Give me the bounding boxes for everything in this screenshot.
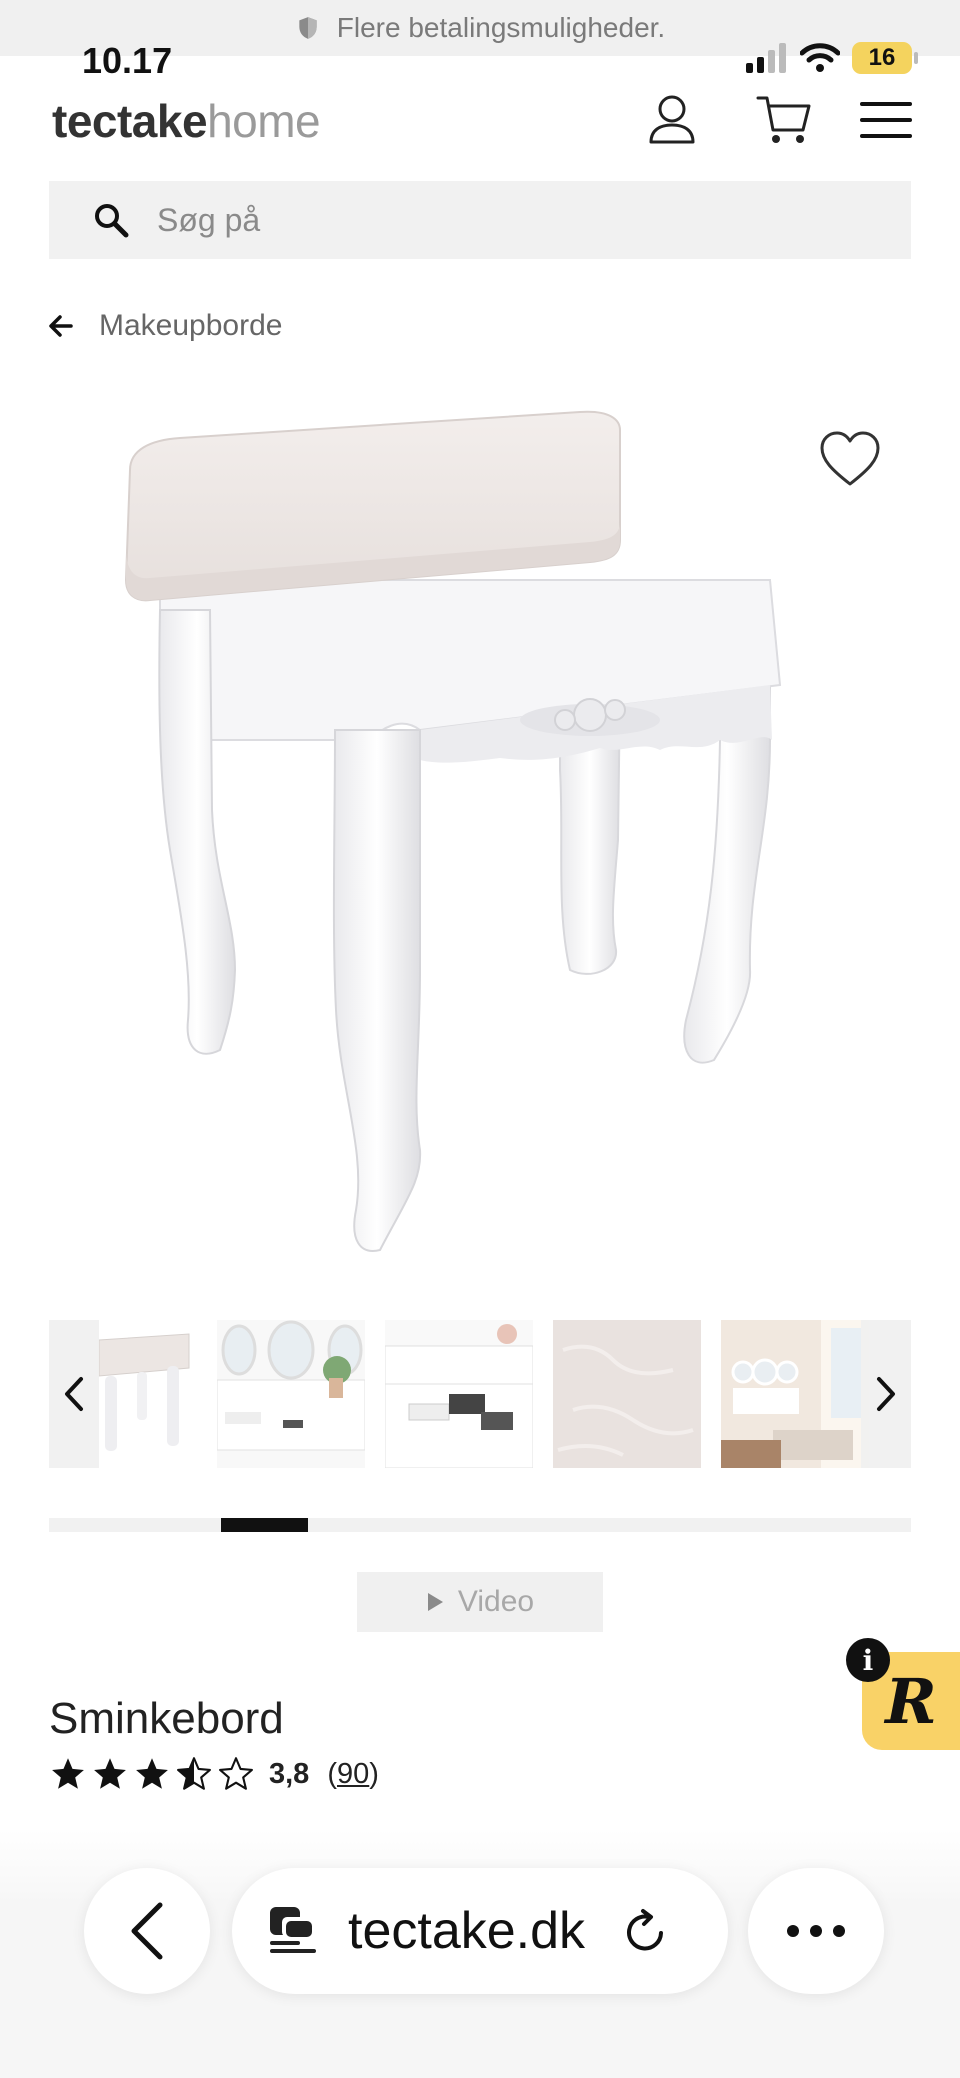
battery-level: 16 [868, 44, 896, 71]
reload-icon[interactable] [621, 1907, 669, 1955]
battery-indicator: 16 [852, 42, 918, 74]
shield-icon [299, 17, 317, 39]
url-text: tectake.dk [348, 1902, 586, 1960]
status-time: 10.17 [82, 40, 173, 81]
product-title: Sminkebord [49, 1694, 284, 1743]
info-icon[interactable]: i [846, 1638, 890, 1682]
review-count: 90 [337, 1757, 370, 1790]
carousel-progress-fill [221, 1518, 308, 1532]
search-input[interactable] [157, 201, 857, 239]
thumbnail-4[interactable] [553, 1320, 701, 1468]
video-button[interactable]: Video [357, 1572, 603, 1632]
star-empty-icon [219, 1757, 253, 1790]
chevron-left-icon [131, 1902, 163, 1960]
reviews-logo-letter: R [885, 1664, 937, 1738]
product-rating[interactable]: 3,8 (90) [49, 1756, 379, 1792]
chevron-right-icon [877, 1377, 895, 1411]
video-label: Video [457, 1585, 535, 1618]
play-icon [427, 1593, 443, 1611]
wishlist-heart-icon[interactable] [818, 430, 882, 490]
carousel-prev-button[interactable] [49, 1320, 99, 1468]
hamburger-menu-icon [860, 102, 912, 138]
thumbnail-5[interactable] [721, 1320, 869, 1468]
logo-bold-part: tectake [52, 95, 208, 147]
star-full-icon [52, 1758, 84, 1789]
more-options-icon [787, 1925, 845, 1937]
chevron-left-icon [65, 1377, 83, 1411]
browser-more-button[interactable] [748, 1868, 884, 1994]
thumbnail-2[interactable] [217, 1320, 365, 1468]
search-icon [95, 204, 129, 238]
review-count-close-paren: ) [369, 1757, 379, 1790]
menu-button[interactable] [858, 92, 914, 148]
site-logo[interactable]: tectakehome [52, 94, 321, 148]
banner-text: Flere betalingsmuligheder. [336, 12, 666, 43]
account-button[interactable] [644, 92, 700, 148]
search-bar[interactable] [49, 181, 911, 259]
cellular-signal-icon [746, 43, 786, 73]
review-count-link[interactable]: (90) [327, 1758, 379, 1791]
user-icon [649, 95, 695, 144]
carousel-next-button[interactable] [861, 1320, 911, 1468]
wifi-icon [800, 43, 840, 72]
browser-address-bar[interactable]: tectake.dk [232, 1868, 728, 1994]
star-full-icon [136, 1758, 168, 1789]
thumbnail-3[interactable] [385, 1320, 533, 1468]
product-image[interactable] [120, 410, 840, 1270]
browser-back-button[interactable] [84, 1868, 210, 1994]
breadcrumb[interactable]: Makeupborde [49, 309, 282, 343]
logo-light-part: home [207, 95, 321, 147]
info-letter: i [862, 1643, 874, 1677]
star-half-icon [177, 1757, 211, 1790]
star-full-icon [94, 1758, 126, 1789]
cart-button[interactable] [756, 92, 812, 148]
status-indicators: 16 [746, 42, 918, 74]
carousel-progress-bar [49, 1518, 911, 1532]
shopping-cart-icon [756, 96, 811, 143]
thumbnail-carousel [49, 1320, 911, 1468]
browser-toolbar: tectake.dk [0, 1830, 960, 2078]
breadcrumb-label: Makeupborde [99, 309, 283, 342]
arrow-left-icon [49, 315, 73, 337]
rating-score: 3,8 [269, 1757, 310, 1790]
review-count-open-paren: ( [327, 1757, 337, 1790]
page-settings-icon [270, 1907, 316, 1953]
